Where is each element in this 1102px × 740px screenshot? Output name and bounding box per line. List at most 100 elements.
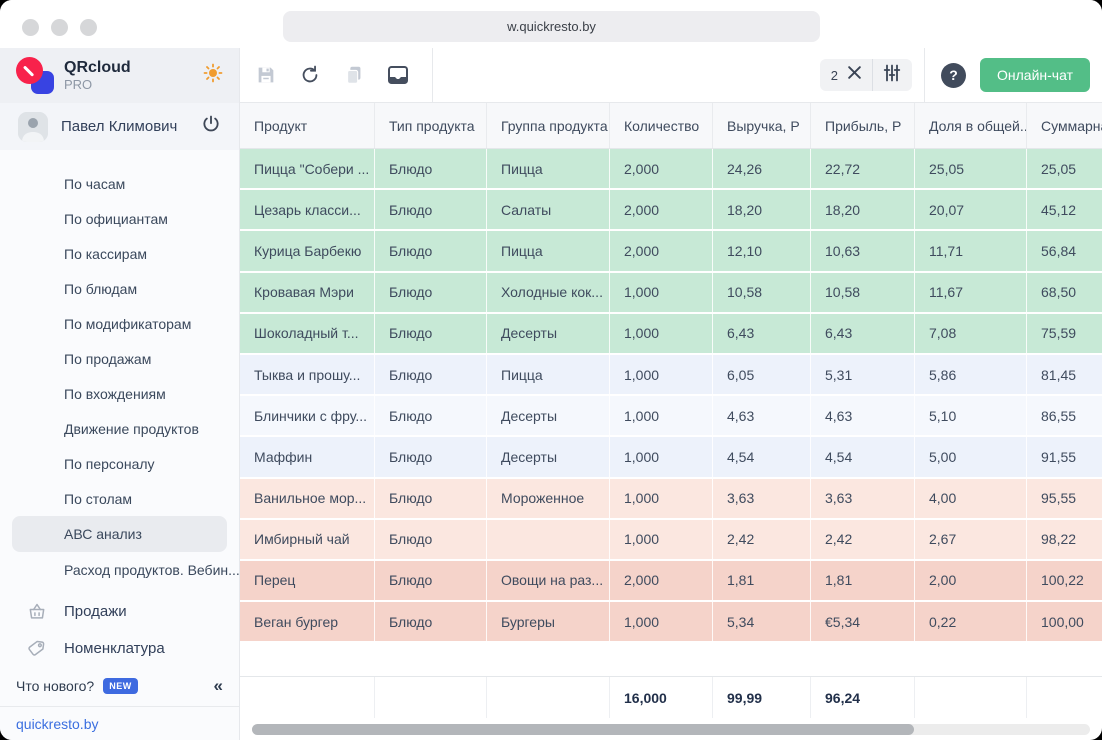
column-header[interactable]: Прибыль, Р [811,103,915,148]
sidebar-item[interactable]: По персоналу [0,446,239,481]
column-header[interactable]: Группа продукта [487,103,610,148]
table-row[interactable]: Курица Барбекю Блюдо Пицца 2,000 12,10 10,63 1… [240,231,1102,273]
address-bar[interactable]: w.quickresto.by [283,11,820,42]
sidebar-item[interactable]: По часам [0,166,239,201]
site-link[interactable]: quickresto.by [0,706,239,740]
filter-count: 2 [830,67,839,83]
sidebar-item-nomenclature[interactable]: Номенклатура [0,631,239,666]
table-row[interactable]: Маффин Блюдо Десерты 1,000 4,54 4,54 5,00 91,55 [240,437,1102,479]
table-cell: 91,55 [1027,437,1102,476]
totals-cell: 99,99 [713,677,811,718]
save-icon[interactable] [254,63,278,87]
online-chat-button[interactable]: Онлайн-чат [980,58,1090,92]
table-row[interactable]: Перец Блюдо Овощи на раз... 2,000 1,81 1,81 2,… [240,560,1102,603]
table-cell: 86,55 [1027,396,1102,435]
table-row[interactable]: Кровавая Мэри Блюдо Холодные кок... 1,000 10… [240,272,1102,314]
sidebar-item[interactable]: Движение продуктов [0,411,239,446]
sidebar-item[interactable]: По продажам [0,341,239,376]
table-cell: Салаты [487,190,610,230]
sidebar-item[interactable]: По вхождениям [0,376,239,411]
help-button[interactable]: ? [941,62,967,88]
sidebar-item[interactable]: По кассирам [0,236,239,271]
table-cell: 2,42 [811,519,915,559]
clear-filters-icon[interactable] [847,65,862,85]
column-header[interactable]: Доля в общей... [915,103,1027,148]
table-cell: Пицца [487,149,610,189]
whats-new-label: Что нового? [16,678,95,694]
table-body: Пицца "Собери ... Блюдо Пицца 2,000 24,26 22,… [240,149,1102,644]
table-cell: Блюдо [375,519,487,559]
table-cell: 3,63 [811,478,915,518]
sidebar-item[interactable]: АВС анализ [12,516,227,552]
column-header[interactable]: Суммарная [1027,103,1102,148]
table-row[interactable]: Ванильное мор... Блюдо Мороженное 1,000 3,63… [240,478,1102,520]
table-row[interactable]: Шоколадный т... Блюдо Десерты 1,000 6,43 6,43… [240,313,1102,355]
display-icon[interactable] [386,63,410,87]
whats-new-row[interactable]: Что нового? NEW « [0,666,239,706]
scrollbar-track[interactable] [252,723,1090,735]
table-cell: Мороженное [487,478,610,518]
table-cell: Блюдо [375,560,487,601]
table-cell: Пицца [487,354,610,395]
column-header[interactable]: Выручка, Р [713,103,811,148]
table-cell: Овощи на раз... [487,560,610,601]
scrollbar-thumb[interactable] [252,723,915,735]
sidebar-item-label: Номенклатура [64,640,165,657]
table-cell: Веган бургер [240,602,375,642]
table-cell: 6,05 [713,354,811,395]
table-cell: 2,000 [610,231,713,271]
table-cell: 18,20 [811,190,915,230]
sidebar-item[interactable]: По блюдам [0,271,239,306]
table-row[interactable]: Имбирный чай Блюдо 1,000 2,42 2,42 2,67 98,22 [240,519,1102,561]
table-cell: 4,54 [811,437,915,477]
table-cell: Тыква и прошу... [240,354,375,395]
sidebar-item[interactable]: По столам [0,481,239,516]
filters-icon[interactable] [883,64,901,87]
active-filters-chip: 2 [819,59,913,91]
table-cell: 2,42 [713,519,811,559]
table-cell: 24,26 [713,149,811,189]
collapse-sidebar-icon[interactable]: « [214,676,223,696]
column-header[interactable]: Продукт [240,103,375,148]
power-icon[interactable] [201,114,221,139]
table-cell: 6,43 [811,313,915,353]
table-row[interactable]: Веган бургер Блюдо Бургеры 1,000 5,34 €5,34 0,… [240,602,1102,644]
table-cell: Бургеры [487,602,610,642]
table-cell: 1,000 [610,437,713,477]
sun-icon[interactable] [203,63,223,88]
table-cell: 95,55 [1027,479,1102,518]
table-cell: 11,71 [915,231,1027,271]
refresh-icon[interactable] [298,63,322,87]
brand-name: QRcloud [64,59,131,76]
table-cell: Блюдо [375,437,487,477]
new-badge: NEW [103,678,138,694]
table-cell: 1,81 [811,560,915,601]
sidebar-sections: Продажи Номенклатура [0,592,239,666]
table-cell: 11,67 [915,272,1027,312]
column-header[interactable]: Количество [610,103,713,148]
table-cell: Имбирный чай [240,519,375,559]
sidebar-item[interactable]: Расход продуктов. Вебин... [0,552,239,587]
table-cell: 10,63 [811,231,915,271]
brand-band: QRcloud PRO [0,48,239,103]
table-row[interactable]: Тыква и прошу... Блюдо Пицца 1,000 6,05 5,31 5… [240,354,1102,397]
window-minimize-dot[interactable] [51,19,68,36]
copy-icon[interactable] [342,63,366,87]
table-row[interactable]: Пицца "Собери ... Блюдо Пицца 2,000 24,26 22,… [240,149,1102,191]
table-cell: Кровавая Мэри [240,272,375,312]
table-cell: 100,00 [1027,602,1102,641]
table-row[interactable]: Цезарь класси... Блюдо Салаты 2,000 18,20 18,… [240,190,1102,232]
column-header[interactable]: Тип продукта [375,103,487,148]
window-close-dot[interactable] [22,19,39,36]
user-row[interactable]: Павел Климович [0,103,239,150]
sidebar-item[interactable]: По официантам [0,201,239,236]
totals-cell: 16,000 [610,677,713,718]
titlebar: w.quickresto.by [0,0,1102,48]
window-zoom-dot[interactable] [80,19,97,36]
table-header-row: Продукт Тип продукта Группа продукта Количе… [240,103,1102,149]
sidebar-item-sales[interactable]: Продажи [0,594,239,629]
sidebar-item[interactable]: По модификаторам [0,306,239,341]
table-cell: 5,86 [915,354,1027,395]
table-cell: Ванильное мор... [240,478,375,518]
table-row[interactable]: Блинчики с фру... Блюдо Десерты 1,000 4,63 4,… [240,396,1102,438]
